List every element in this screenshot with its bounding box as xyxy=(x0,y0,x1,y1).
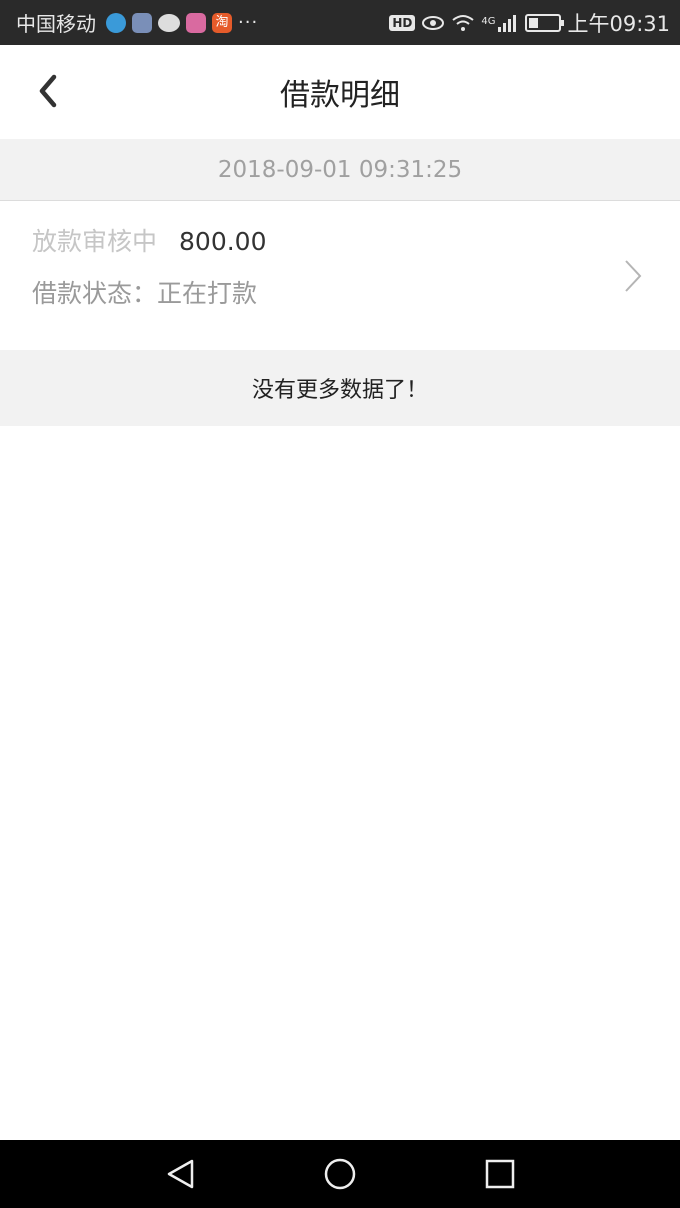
signal-icon xyxy=(498,14,517,32)
network-type: 4G xyxy=(481,15,496,27)
wifi-icon xyxy=(452,14,474,31)
shield-icon xyxy=(132,12,152,33)
eye-icon xyxy=(422,15,445,30)
nav-back-button[interactable] xyxy=(150,1144,210,1204)
status-bar-right: HD 4G 上午09:31 xyxy=(389,8,670,38)
pink-app-icon xyxy=(186,12,206,33)
no-more-data-text: 没有更多数据了！ xyxy=(0,350,680,426)
nav-recent-icon xyxy=(485,1159,515,1189)
qq-browser-icon xyxy=(106,12,126,33)
chevron-left-icon xyxy=(39,74,57,108)
status-bar-left: 中国移动 淘 ··· xyxy=(16,8,258,37)
record-date: 2018-09-01 09:31:25 xyxy=(0,139,680,201)
status-bar: 中国移动 淘 ··· HD 4G 上午09:31 xyxy=(0,0,680,45)
chat-icon xyxy=(158,13,180,32)
nav-home-icon xyxy=(324,1158,356,1190)
taobao-icon: 淘 xyxy=(212,12,232,33)
loan-record-item[interactable]: 放款审核中 800.00 借款状态：正在打款 xyxy=(0,202,680,350)
loan-summary-row: 放款审核中 800.00 xyxy=(32,222,267,258)
nav-back-icon xyxy=(167,1159,194,1189)
loan-status-text: 借款状态：正在打款 xyxy=(32,279,258,308)
header: 借款明细 xyxy=(0,45,680,139)
navigation-bar xyxy=(0,1140,680,1208)
hd-badge: HD xyxy=(389,14,416,31)
loan-review-status: 放款审核中 xyxy=(32,227,158,256)
carrier-name: 中国移动 xyxy=(16,12,96,36)
more-notifications: ··· xyxy=(238,12,259,33)
status-time: 上午09:31 xyxy=(567,11,670,36)
back-button[interactable] xyxy=(28,71,68,111)
battery-icon xyxy=(525,13,565,32)
nav-recent-button[interactable] xyxy=(470,1144,530,1204)
page-title: 借款明细 xyxy=(280,78,400,113)
nav-home-button[interactable] xyxy=(310,1144,370,1204)
chevron-right-icon xyxy=(625,260,642,292)
loan-amount: 800.00 xyxy=(179,227,267,256)
